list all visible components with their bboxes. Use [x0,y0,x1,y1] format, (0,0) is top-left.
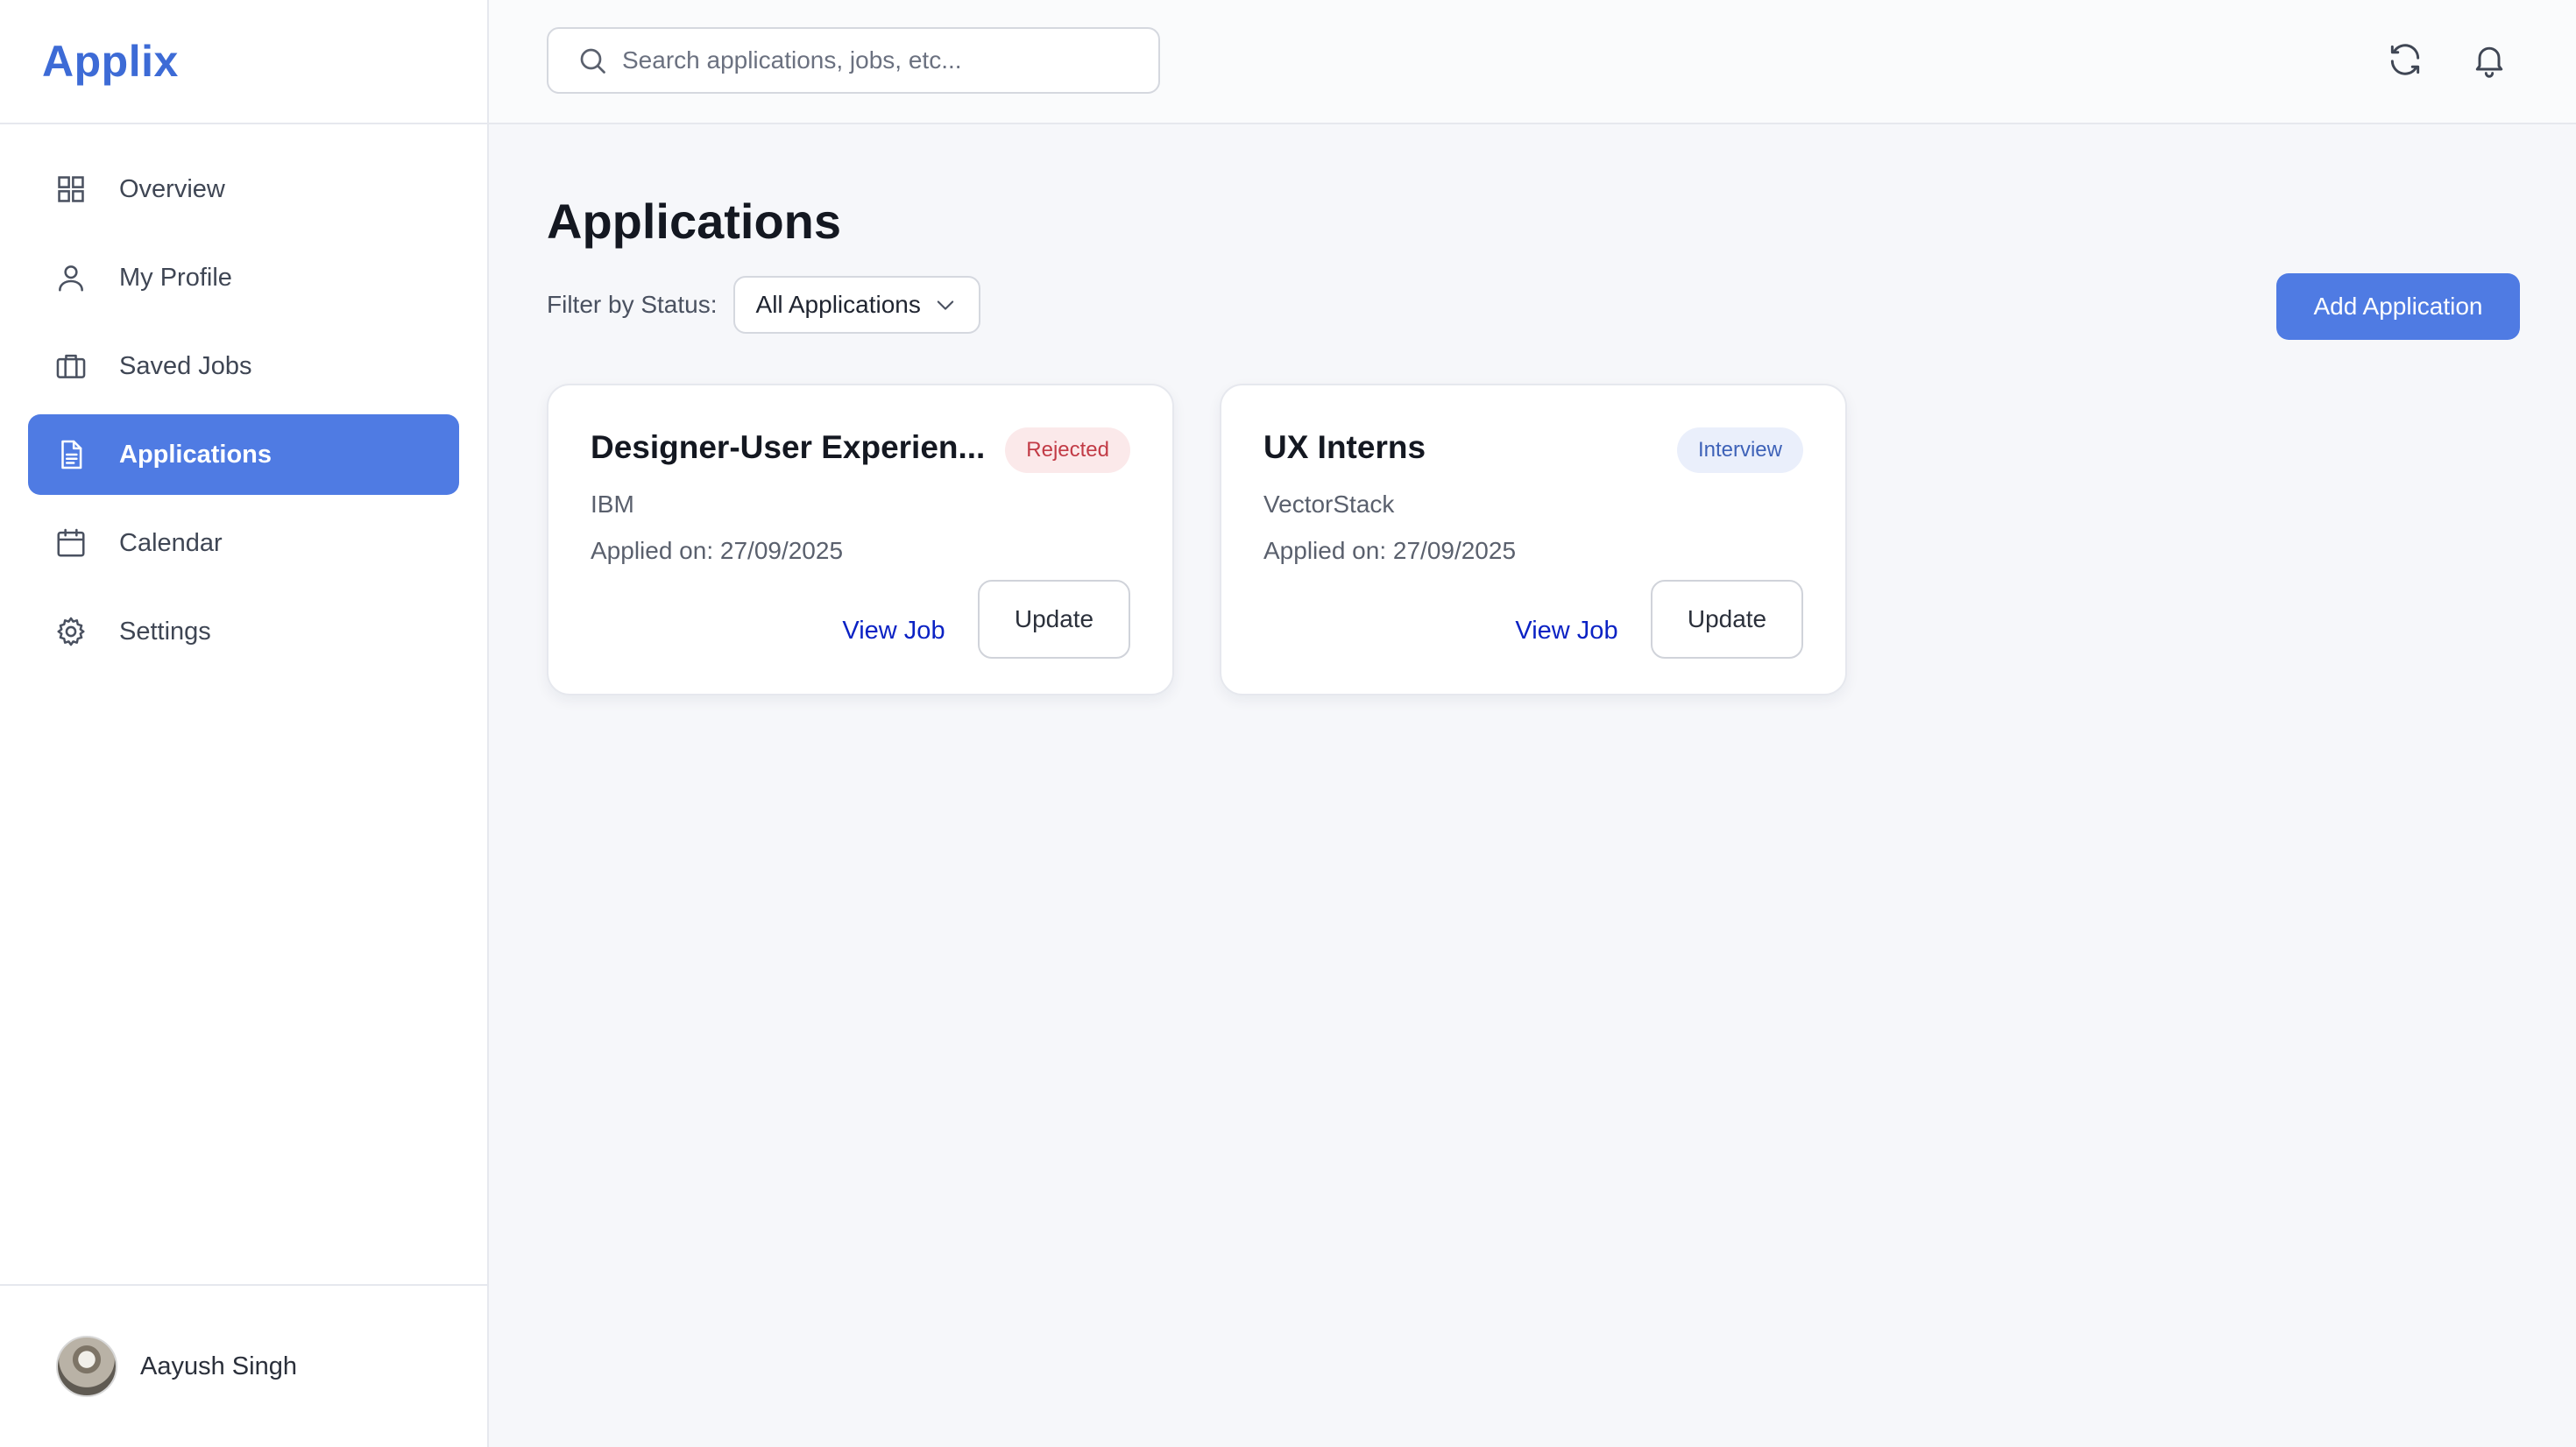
update-button[interactable]: Update [978,580,1130,659]
avatar[interactable] [56,1336,117,1397]
sidebar-item-label: Saved Jobs [119,351,252,380]
application-card: Designer-User Experien... Rejected IBM A… [547,384,1174,695]
job-title: Designer-User Experien... [591,429,986,465]
sidebar-item-label: Settings [119,617,211,646]
chevron-down-icon [937,300,954,310]
refresh-icon[interactable] [2386,40,2424,79]
view-job-link[interactable]: View Job [1497,592,1637,669]
company-name: IBM [591,491,634,518]
sidebar-item-label: My Profile [119,263,232,292]
applied-date: Applied on: 27/09/2025 [591,537,844,564]
sidebar-nav: Overview My Profile Saved Jobs Applicati… [0,124,487,672]
search-icon [580,48,605,74]
sidebar-item-overview[interactable]: Overview [28,149,459,229]
job-title: UX Interns [1263,429,1426,465]
filter-row: Filter by Status: All Applications [547,276,980,334]
page-title: Applications [547,194,842,249]
user-name: Aayush Singh [140,1352,297,1380]
logo-area: Applix [0,0,487,124]
sidebar-item-label: Overview [119,174,225,203]
add-application-button[interactable]: Add Application [2276,273,2520,340]
topbar [489,0,2576,124]
user-profile[interactable]: Aayush Singh [0,1284,487,1447]
filter-label: Filter by Status: [547,291,718,318]
sidebar-item-calendar[interactable]: Calendar [28,503,459,583]
sidebar-item-settings[interactable]: Settings [28,591,459,672]
app-logo[interactable]: Applix [42,36,179,87]
sidebar-item-label: Calendar [119,528,223,557]
status-badge: Rejected [1005,427,1130,473]
sidebar-item-label: Applications [119,440,272,469]
document-icon [54,438,88,471]
search-input[interactable] [622,46,1113,74]
sidebar-item-saved-jobs[interactable]: Saved Jobs [28,326,459,406]
briefcase-icon [54,349,88,383]
bell-icon[interactable] [2470,40,2509,79]
update-button[interactable]: Update [1651,580,1803,659]
company-name: VectorStack [1263,491,1395,518]
calendar-icon [54,526,88,560]
sidebar-item-applications[interactable]: Applications [28,414,459,495]
applied-date: Applied on: 27/09/2025 [1263,537,1517,564]
application-card: UX Interns Interview VectorStack Applied… [1220,384,1847,695]
user-icon [54,261,88,294]
sidebar-item-my-profile[interactable]: My Profile [28,237,459,318]
view-job-link[interactable]: View Job [824,592,964,669]
gear-icon [54,615,88,648]
search-box[interactable] [547,27,1160,94]
sidebar: Applix Overview My Profile Saved Jobs Ap… [0,0,489,1447]
status-filter-value: All Applications [755,291,921,318]
status-filter-select[interactable]: All Applications [732,276,980,334]
status-badge: Interview [1676,427,1803,473]
grid-icon [54,173,88,206]
